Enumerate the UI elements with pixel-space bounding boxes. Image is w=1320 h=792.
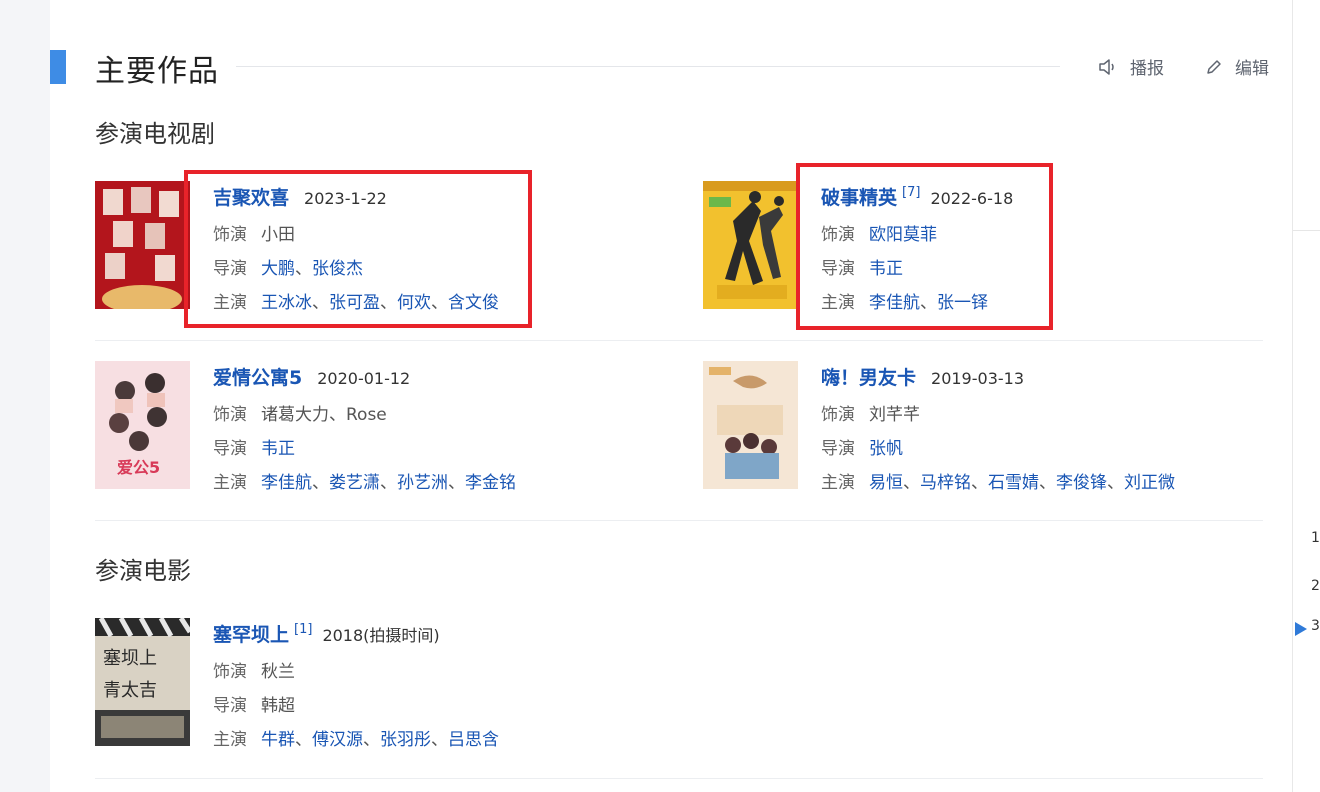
cast-link[interactable]: 牛群 bbox=[261, 730, 295, 750]
director-label: 导演 bbox=[821, 439, 855, 459]
director-label: 导演 bbox=[213, 696, 247, 716]
cast-link[interactable]: 傅汉源 bbox=[312, 730, 363, 750]
pencil-icon bbox=[1207, 59, 1221, 74]
poster-image[interactable] bbox=[95, 181, 190, 309]
role-value: 刘芊芊 bbox=[869, 405, 920, 425]
highlight-box bbox=[184, 170, 532, 328]
cast-link[interactable]: 张羽彤 bbox=[380, 730, 431, 750]
release-date: 2019-03-13 bbox=[931, 369, 1024, 388]
report-label: 播报 bbox=[1130, 59, 1164, 79]
svg-text:塞坝上: 塞坝上 bbox=[103, 648, 157, 669]
film-work-item: 塞坝上 青太吉 塞罕坝上 [1] 2018(拍摄时间) 饰演 秋兰 导演 韩超 主演 牛群… bbox=[95, 618, 615, 753]
cast-label: 主演 bbox=[821, 473, 855, 493]
section-divider bbox=[95, 520, 1263, 521]
cast-label: 主演 bbox=[213, 730, 247, 750]
poster-image[interactable] bbox=[703, 361, 798, 489]
cast-link[interactable]: 易恒 bbox=[869, 473, 903, 493]
cast-label: 主演 bbox=[213, 473, 247, 493]
speaker-icon bbox=[1099, 58, 1114, 75]
director-link[interactable]: 张帆 bbox=[869, 439, 903, 459]
svg-text:爱公5: 爱公5 bbox=[117, 458, 160, 477]
poster-image[interactable]: 塞坝上 青太吉 bbox=[95, 618, 190, 746]
cast-link[interactable]: 李金铭 bbox=[465, 473, 516, 493]
director-value: 韩超 bbox=[261, 696, 295, 716]
film-heading: 参演电影 bbox=[95, 557, 191, 585]
work-title-link[interactable]: 嗨！男友卡 bbox=[821, 367, 916, 389]
work-title-link[interactable]: 爱情公寓5 bbox=[213, 367, 302, 389]
role-label: 饰演 bbox=[213, 662, 247, 682]
work-title-link[interactable]: 塞罕坝上 bbox=[213, 624, 289, 646]
cast-link[interactable]: 李佳航 bbox=[261, 473, 312, 493]
report-button[interactable]: 播报 bbox=[1098, 54, 1164, 79]
release-date: 2018(拍摄时间) bbox=[322, 626, 440, 645]
svg-text:青太吉: 青太吉 bbox=[103, 680, 157, 701]
release-date: 2020-01-12 bbox=[317, 369, 411, 388]
tv-heading: 参演电视剧 bbox=[95, 120, 215, 148]
role-label: 饰演 bbox=[821, 405, 855, 425]
cast-link[interactable]: 孙艺洲 bbox=[397, 473, 448, 493]
cast-link[interactable]: 吕思含 bbox=[448, 730, 499, 750]
tv-work-item: 爱公5 爱情公寓5 2020-01-12 饰演 诸葛大力、Rose 导演 韦正 主演李… bbox=[95, 361, 615, 496]
expand-arrow-icon[interactable] bbox=[1295, 622, 1307, 636]
highlight-box bbox=[796, 163, 1053, 330]
tv-work-item: 嗨！男友卡 2019-03-13 饰演 刘芊芊 导演 张帆 主演 易恒、马梓铭、石雪婧、… bbox=[703, 361, 1223, 496]
role-label: 饰演 bbox=[213, 405, 247, 425]
poster-image[interactable] bbox=[703, 181, 798, 309]
bottom-divider bbox=[95, 778, 1263, 779]
cast-link[interactable]: 娄艺潇 bbox=[329, 473, 380, 493]
citation-link[interactable]: [1] bbox=[294, 622, 312, 637]
section-title: 主要作品 bbox=[95, 54, 219, 89]
edit-label: 编辑 bbox=[1235, 59, 1269, 79]
edit-button[interactable]: 编辑 bbox=[1205, 54, 1269, 79]
cast-link[interactable]: 石雪婧 bbox=[988, 473, 1039, 493]
director-link[interactable]: 韦正 bbox=[261, 439, 295, 459]
poster-image[interactable]: 爱公5 bbox=[95, 361, 190, 489]
role-value: 诸葛大力、Rose bbox=[261, 405, 387, 425]
cast-link[interactable]: 刘正微 bbox=[1124, 473, 1175, 493]
director-label: 导演 bbox=[213, 439, 247, 459]
cast-link[interactable]: 马梓铭 bbox=[920, 473, 971, 493]
section-accent-bar bbox=[50, 50, 66, 84]
right-sidebar-edge: 1 2 3 bbox=[1292, 0, 1320, 792]
row-divider bbox=[95, 340, 1263, 341]
title-divider bbox=[236, 66, 1060, 67]
cast-link[interactable]: 李俊锋 bbox=[1056, 473, 1107, 493]
role-value: 秋兰 bbox=[261, 662, 295, 682]
